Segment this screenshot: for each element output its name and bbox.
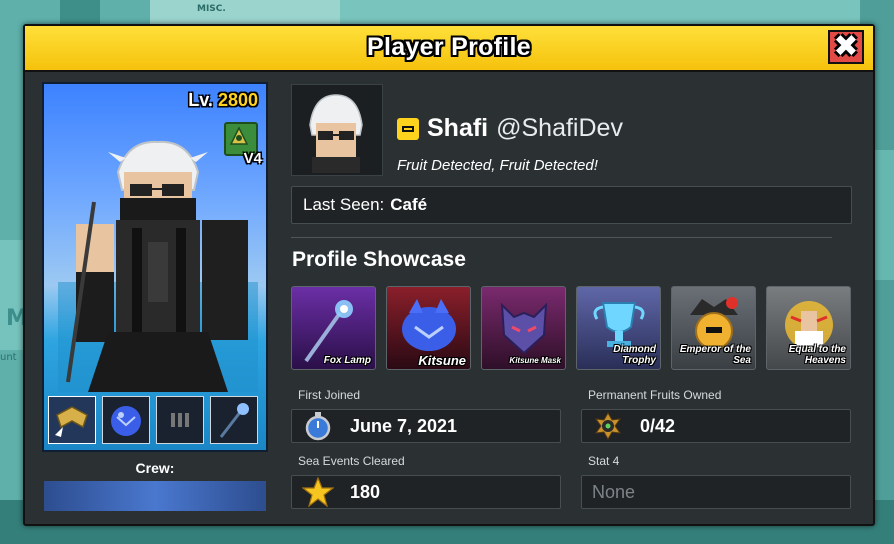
showcase-item-diamond-trophy[interactable]: Diamond Trophy — [576, 286, 661, 370]
stopwatch-icon — [300, 411, 336, 441]
showcase-item-kitsune[interactable]: Kitsune — [386, 286, 471, 370]
permanent-fruits-label: Permanent Fruits Owned — [588, 388, 722, 402]
last-seen-value: Café — [390, 195, 428, 214]
sea-events-value: 180 — [350, 481, 381, 502]
first-joined-box: June 7, 2021 — [291, 409, 561, 443]
divider — [291, 237, 832, 238]
permanent-fruits-box: 0/42 — [581, 409, 851, 443]
sea-events-box: 180 — [291, 475, 561, 509]
equip-slot-fox-lamp[interactable] — [210, 396, 258, 444]
level-number: 2800 — [217, 90, 258, 110]
stat4-box: None — [581, 475, 851, 509]
showcase-label: Kitsune — [418, 353, 466, 368]
equip-slot-kitsune-fruit[interactable] — [102, 396, 150, 444]
showcase-label: Diamond Trophy — [613, 344, 656, 366]
player-profile-window: Player Profile ✖ Lv. 2800 V4 Crew: Shafi… — [23, 24, 875, 526]
equipped-items — [48, 396, 258, 444]
equip-slot-wings-emblem[interactable] — [48, 396, 96, 444]
last-seen-label: Last Seen: — [303, 195, 385, 214]
star-icon — [300, 477, 336, 507]
showcase-label: Kitsune Mask — [509, 356, 561, 365]
window-title: Player Profile — [366, 33, 531, 61]
close-button[interactable]: ✖ — [828, 30, 864, 64]
showcase-items: Fox Lamp Kitsune Kitsune Mask Diamond Tr… — [291, 286, 851, 370]
player-name-row: Shafi @ShafiDev — [397, 114, 623, 143]
level-display: Lv. 2800 — [188, 90, 258, 111]
showcase-label: Equal to the Heavens — [788, 344, 846, 366]
permanent-fruits-value: 0/42 — [640, 415, 676, 436]
level-prefix: Lv. — [188, 90, 213, 110]
sea-events-label: Sea Events Cleared — [298, 454, 405, 468]
username: @ShafiDev — [496, 114, 623, 142]
showcase-item-kitsune-mask[interactable]: Kitsune Mask — [481, 286, 566, 370]
roblox-premium-icon — [397, 117, 419, 140]
first-joined-label: First Joined — [298, 388, 361, 402]
showcase-item-equal-to-the-heavens[interactable]: Equal to the Heavens — [766, 286, 851, 370]
last-seen-box: Last Seen: Café — [291, 186, 852, 224]
player-status: Fruit Detected, Fruit Detected! — [397, 157, 598, 174]
background-sign-sub: unt — [0, 352, 17, 363]
avatar-headshot — [291, 84, 383, 176]
crew-banner[interactable] — [44, 481, 266, 511]
equip-slot-bullets[interactable] — [156, 396, 204, 444]
showcase-item-emperor-of-the-sea[interactable]: Emperor of the Sea — [671, 286, 756, 370]
display-name: Shafi — [427, 114, 489, 142]
stat4-label: Stat 4 — [588, 454, 620, 468]
showcase-label: Emperor of the Sea — [679, 344, 751, 366]
showcase-label: Fox Lamp — [323, 355, 371, 366]
crew-label: Crew: — [135, 460, 175, 476]
first-joined-value: June 7, 2021 — [350, 415, 458, 436]
close-icon: ✖ — [833, 29, 859, 64]
dragon-fruit-icon — [590, 411, 626, 441]
background-misc-label: MISC. — [197, 4, 226, 14]
showcase-item-fox-lamp[interactable]: Fox Lamp — [291, 286, 376, 370]
avatar-card: Lv. 2800 V4 — [42, 82, 268, 452]
showcase-title: Profile Showcase — [292, 248, 466, 271]
avatar-character — [58, 140, 258, 392]
title-bar: Player Profile ✖ — [25, 26, 873, 72]
stat4-value: None — [592, 481, 636, 502]
